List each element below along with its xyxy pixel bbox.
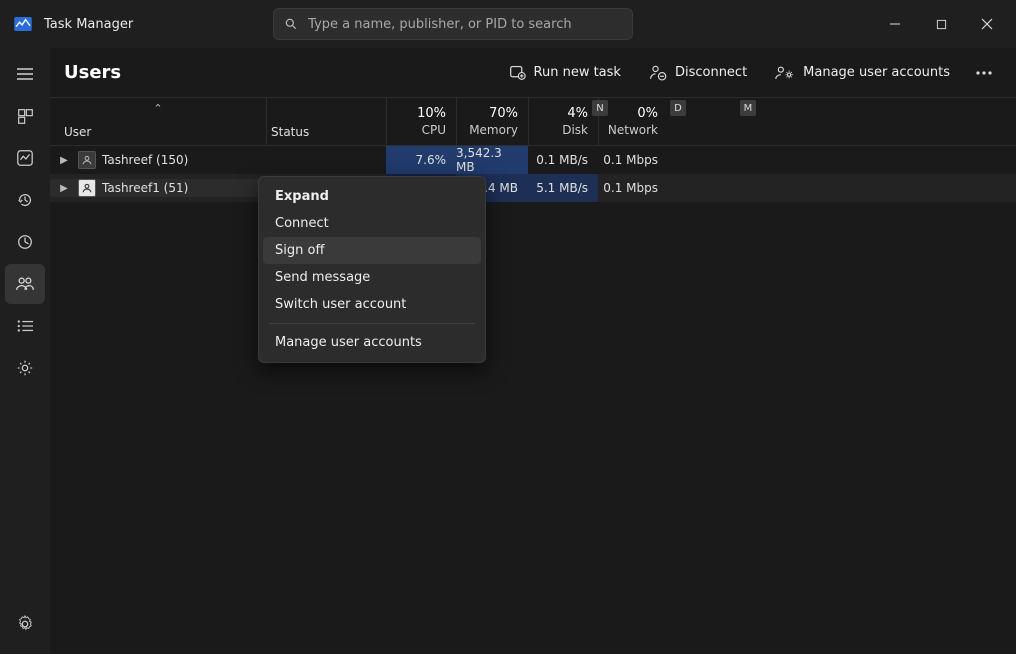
page-title: Users — [64, 62, 121, 83]
sort-caret-icon: ⌃ — [153, 102, 162, 115]
sidebar — [0, 48, 50, 654]
page-toolbar: Users Run new task Disconnect Manage use… — [50, 48, 1016, 98]
run-new-task-label: Run new task — [534, 65, 621, 80]
column-user-label: User — [64, 125, 266, 139]
search-input[interactable] — [308, 17, 622, 32]
user-row[interactable]: ▶ Tashreef1 (51) 0% 630.4 MB 5.1 MB/s 0.… — [50, 174, 1016, 202]
badge-m: M — [740, 100, 756, 116]
cpu-label: CPU — [387, 123, 446, 137]
menu-switch-user[interactable]: Switch user account — [263, 291, 481, 318]
disk-cell: 0.1 MB/s — [528, 153, 598, 167]
more-icon — [976, 71, 992, 75]
column-memory[interactable]: 70% Memory — [456, 98, 528, 145]
maximize-button[interactable] — [918, 8, 964, 40]
search-icon — [284, 17, 298, 31]
main-content: Users Run new task Disconnect Manage use… — [50, 48, 1016, 654]
disk-percent: 4% — [529, 106, 588, 123]
user-name: Tashreef1 (51) — [102, 181, 188, 195]
column-headers: ⌃ User Status 10% CPU 70% Memory N 4% Di… — [50, 98, 1016, 146]
menu-expand[interactable]: Expand — [263, 183, 481, 210]
chevron-right-icon[interactable]: ▶ — [56, 183, 72, 194]
nav-details[interactable] — [5, 306, 45, 346]
network-cell: 0.1 Mbps — [598, 181, 668, 195]
memory-cell: 3,542.3 MB — [456, 146, 528, 174]
disconnect-label: Disconnect — [675, 65, 747, 80]
network-cell: 0.1 Mbps — [598, 153, 668, 167]
menu-sign-off[interactable]: Sign off — [263, 237, 481, 264]
close-button[interactable] — [964, 8, 1010, 40]
user-row[interactable]: ▶ Tashreef (150) 7.6% 3,542.3 MB 0.1 MB/… — [50, 146, 1016, 174]
memory-percent: 70% — [457, 106, 518, 123]
app-icon — [14, 17, 32, 31]
nav-services[interactable] — [5, 348, 45, 388]
hamburger-button[interactable] — [5, 54, 45, 94]
column-disk[interactable]: N 4% Disk — [528, 98, 598, 145]
manage-accounts-button[interactable]: Manage user accounts — [763, 59, 962, 87]
column-status[interactable]: Status — [266, 98, 386, 145]
nav-processes[interactable] — [5, 96, 45, 136]
disk-cell: 5.1 MB/s — [528, 174, 598, 202]
nav-performance[interactable] — [5, 138, 45, 178]
disconnect-icon — [649, 64, 667, 82]
context-menu: Expand Connect Sign off Send message Swi… — [258, 176, 486, 363]
column-badge-n: N — [592, 100, 608, 116]
user-avatar-icon — [78, 151, 96, 169]
title-bar: Task Manager — [0, 0, 1016, 48]
memory-label: Memory — [457, 123, 518, 137]
user-name: Tashreef (150) — [102, 153, 188, 167]
user-rows: ▶ Tashreef (150) 7.6% 3,542.3 MB 0.1 MB/… — [50, 146, 1016, 202]
menu-send-message[interactable]: Send message — [263, 264, 481, 291]
window-title: Task Manager — [44, 17, 133, 32]
run-new-task-button[interactable]: Run new task — [497, 58, 633, 87]
cpu-cell: 7.6% — [386, 146, 456, 174]
menu-separator — [269, 323, 475, 324]
column-network[interactable]: 0% Network — [598, 98, 668, 145]
column-extra-d[interactable]: D — [668, 98, 738, 145]
nav-app-history[interactable] — [5, 180, 45, 220]
column-extra-m[interactable]: M — [738, 98, 874, 145]
disconnect-button[interactable]: Disconnect — [637, 58, 759, 88]
search-box[interactable] — [273, 8, 633, 40]
user-avatar-icon — [78, 179, 96, 197]
column-user[interactable]: ⌃ User — [50, 98, 266, 145]
column-status-label: Status — [271, 125, 386, 139]
menu-manage-accounts[interactable]: Manage user accounts — [263, 329, 481, 356]
manage-accounts-label: Manage user accounts — [803, 65, 950, 80]
more-options-button[interactable] — [966, 57, 1002, 89]
run-new-task-icon — [509, 64, 526, 81]
badge-d: D — [670, 100, 686, 116]
cpu-percent: 10% — [387, 106, 446, 123]
settings-button[interactable] — [5, 604, 45, 644]
manage-accounts-icon — [775, 65, 795, 81]
menu-connect[interactable]: Connect — [263, 210, 481, 237]
minimize-button[interactable] — [872, 8, 918, 40]
nav-startup[interactable] — [5, 222, 45, 262]
column-cpu[interactable]: 10% CPU — [386, 98, 456, 145]
chevron-right-icon[interactable]: ▶ — [56, 155, 72, 166]
disk-label: Disk — [529, 123, 588, 137]
window-controls — [872, 8, 1010, 40]
nav-users[interactable] — [5, 264, 45, 304]
network-label: Network — [599, 123, 658, 137]
